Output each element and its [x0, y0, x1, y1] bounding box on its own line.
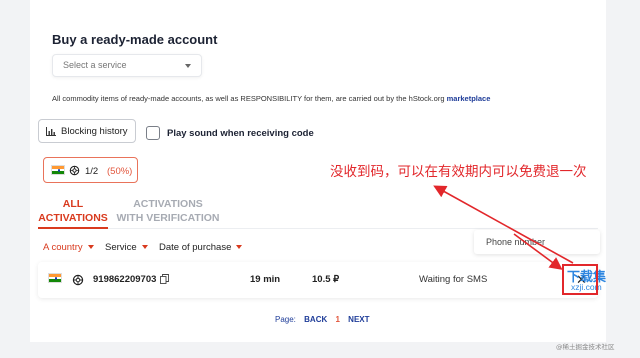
date-filter[interactable]: Date of purchase	[159, 242, 243, 253]
pagination-next[interactable]: NEXT	[348, 315, 369, 324]
blocking-history-button[interactable]: Blocking history	[38, 119, 136, 143]
tab-ver-line1: ACTIVATIONS	[133, 198, 203, 210]
service-select-placeholder: Select a service	[63, 60, 127, 70]
phone-number-input[interactable]: Phone number	[474, 230, 600, 254]
page: Buy a ready-made account Select a servic…	[0, 0, 640, 358]
pagination-current[interactable]: 1	[335, 315, 339, 324]
pagination-label: Page:	[275, 315, 296, 324]
copy-icon[interactable]	[160, 274, 169, 284]
service-filter[interactable]: Service	[105, 242, 148, 253]
pagination: Page: BACK 1 NEXT	[275, 315, 370, 324]
time-remaining: 19 min	[250, 274, 281, 285]
chevron-down-icon	[185, 64, 191, 68]
phone-number: 919862209703	[93, 274, 157, 285]
country-filter-chip[interactable]: 1/2 (50%)	[43, 157, 138, 183]
tab-ver-line2: WITH VERIFICATION	[116, 212, 220, 224]
tab-all-activations[interactable]: ALL ACTIVATIONS	[38, 197, 108, 225]
section-title: Buy a ready-made account	[52, 32, 218, 47]
india-flag-icon	[48, 273, 62, 283]
annotation-text: 没收到码，可以在有效期内可以免费退一次	[330, 164, 587, 180]
marketplace-link[interactable]: marketplace	[447, 94, 491, 103]
play-sound-label[interactable]: Play sound when receiving code	[167, 128, 314, 139]
pagination-back[interactable]: BACK	[304, 315, 327, 324]
service-select[interactable]: Select a service	[52, 54, 202, 77]
chip-count: 1/2	[85, 166, 99, 177]
bar-chart-icon	[46, 127, 56, 136]
annotation-highlight-box	[562, 264, 598, 295]
country-filter-label: A country	[43, 242, 83, 253]
notice-text: All commodity items of ready-made accoun…	[52, 94, 447, 103]
country-filter[interactable]: A country	[43, 242, 94, 253]
service-filter-label: Service	[105, 242, 137, 253]
india-flag-icon	[51, 165, 65, 175]
price: 10.5 ₽	[312, 274, 340, 285]
date-filter-label: Date of purchase	[159, 242, 232, 253]
tab-all-line2: ACTIVATIONS	[38, 212, 108, 224]
blocking-history-label: Blocking history	[61, 126, 128, 137]
tab-activations-with-verification[interactable]: ACTIVATIONS WITH VERIFICATION	[116, 197, 220, 225]
tab-all-line1: ALL	[62, 198, 84, 210]
chevron-down-icon	[87, 245, 94, 249]
play-sound-checkbox[interactable]	[146, 126, 160, 140]
active-tab-indicator	[38, 227, 108, 229]
page-gutter-right	[606, 0, 640, 358]
phone-number-placeholder: Phone number	[486, 237, 546, 247]
page-gutter-bottom	[0, 342, 640, 358]
table-row: 919862209703 19 min 10.5 ₽ Waiting for S…	[38, 262, 598, 298]
watermark-source: @稀土掘金技术社区	[556, 343, 615, 351]
status-text: Waiting for SMS	[419, 274, 488, 285]
page-gutter-left	[0, 0, 30, 358]
chip-percent: (50%)	[107, 166, 133, 177]
chevron-down-icon	[141, 245, 148, 249]
chevron-down-icon	[236, 245, 243, 249]
marketplace-notice: All commodity items of ready-made accoun…	[52, 94, 490, 103]
tabs-divider	[38, 228, 598, 229]
openai-icon	[72, 274, 84, 286]
openai-icon	[69, 165, 80, 176]
